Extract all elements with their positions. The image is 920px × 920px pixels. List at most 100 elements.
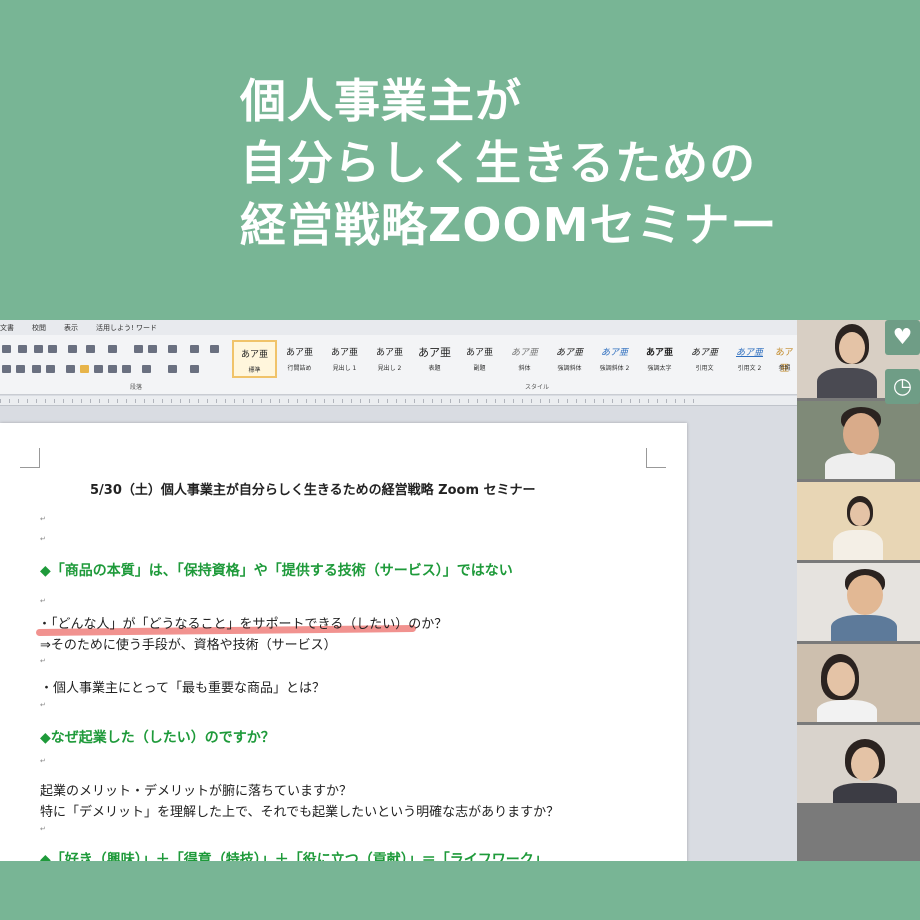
style-glyph: あア亜 — [735, 348, 763, 358]
bottom-band — [0, 861, 920, 920]
style-strong[interactable]: あア亜 強調太字 — [637, 340, 682, 378]
participant-body — [831, 615, 897, 641]
banner-title-line-3: 経営戦略ZOOMセミナー — [240, 198, 778, 252]
borders-icon[interactable] — [190, 365, 199, 373]
participant-tile-5[interactable] — [797, 644, 920, 722]
paragraph-mark: ↵ — [40, 535, 46, 543]
enclose-char-icon[interactable] — [46, 365, 55, 373]
horizontal-ruler[interactable] — [0, 396, 797, 406]
sort-icon[interactable] — [190, 345, 199, 353]
style-no-spacing[interactable]: あア亜 行間詰め — [277, 340, 322, 378]
style-quote[interactable]: あア亜 引用文 — [682, 340, 727, 378]
highlight-icon[interactable] — [2, 365, 11, 373]
style-glyph: あア亜 — [600, 348, 628, 358]
banner-title-line-2: 自分らしく生きるための — [240, 136, 757, 190]
asian-layout-icon[interactable] — [168, 345, 177, 353]
participant-tile-2[interactable] — [797, 401, 920, 479]
screen-capture: 文書 校閲 表示 活用しよう! ワード 段落 スタイル あア亜 標準 あア亜 行… — [0, 320, 920, 861]
bullet-list-icon[interactable] — [2, 345, 11, 353]
style-name: 行間詰め — [287, 365, 312, 372]
style-name: 表題 — [428, 365, 441, 372]
ribbon-tabs: 文書 校閲 表示 活用しよう! ワード — [0, 320, 797, 335]
distribute-icon[interactable] — [122, 365, 131, 373]
style-intense-emphasis-2[interactable]: あア亜 強調斜体 2 — [592, 340, 637, 378]
margin-corner-right — [646, 448, 666, 468]
style-group-label: スタイル — [525, 384, 550, 391]
tab-review[interactable]: 校閲 — [32, 323, 46, 333]
section-heading-2: ◆なぜ起業した（したい）のですか？ — [40, 730, 275, 746]
style-emphasis[interactable]: あア亜 斜体 — [502, 340, 547, 378]
heart-button[interactable]: ♥ — [885, 320, 920, 355]
align-right-icon[interactable] — [94, 365, 103, 373]
show-marks-icon[interactable] — [210, 345, 219, 353]
font-color-a-icon[interactable] — [16, 365, 25, 373]
list-icon[interactable] — [68, 345, 77, 353]
tab-addin[interactable]: 活用しよう! ワード — [96, 323, 157, 333]
banner-title-line-1: 個人事業主が — [240, 74, 522, 128]
justify-icon[interactable] — [108, 365, 117, 373]
style-name: 強調斜体 — [557, 365, 582, 372]
style-name: 強調斜体 2 — [599, 365, 630, 372]
participant-face — [843, 413, 879, 455]
point-1: ・「どんな人」が「どうなること」をサポートできる（したい）のか？ — [38, 617, 448, 632]
decrease-indent-icon[interactable] — [134, 345, 143, 353]
section-heading-3: ◆「好き（興味）」＋「得意（特技）」＋「役に立つ（貢献）」＝「ライフワーク」 — [40, 852, 548, 861]
paragraph-mark: ↵ — [40, 701, 46, 709]
paragraph-mark: ↵ — [40, 657, 46, 665]
participant-face — [847, 575, 883, 615]
participant-body — [833, 783, 897, 803]
line-spacing-icon[interactable] — [142, 365, 151, 373]
numbered-list-icon[interactable] — [18, 345, 27, 353]
char-border-icon[interactable] — [32, 365, 41, 373]
style-name: 見出し 1 — [332, 365, 357, 372]
tab-view[interactable]: 表示 — [64, 323, 78, 333]
multilevel-list-icon[interactable] — [86, 345, 95, 353]
participant-body — [817, 700, 877, 722]
participant-tile-6[interactable] — [797, 725, 920, 803]
text-effect-icon[interactable] — [48, 345, 57, 353]
style-intense-emphasis[interactable]: あア亜 強調斜体 — [547, 340, 592, 378]
document-title: 5/30（土）個人事業主が自分らしく生きるための経営戦略 Zoom セミナー — [90, 483, 536, 498]
participant-face — [850, 502, 870, 526]
point-2: ⇒そのために使う手段が、資格や技術（サービス） — [40, 638, 337, 653]
participant-tile-4[interactable] — [797, 563, 920, 641]
tab-document[interactable]: 文書 — [0, 323, 14, 333]
participant-body — [825, 453, 895, 479]
style-glyph: あア亜 — [330, 348, 358, 358]
style-reference[interactable]: あア亜 参照 — [772, 340, 797, 378]
section-heading-1: ◆「商品の本質」は、「保持資格」や「提供する技術（サービス）」ではない — [40, 563, 513, 579]
paragraph-mark: ↵ — [40, 757, 46, 765]
banner-title: 個人事業主が 自分らしく生きるための 経営戦略ZOOMセミナー — [240, 70, 910, 256]
document-page[interactable]: 5/30（土）個人事業主が自分らしく生きるための経営戦略 Zoom セミナー ↵… — [0, 423, 687, 861]
paragraph-mark: ↵ — [40, 515, 46, 523]
align-center-icon[interactable] — [80, 365, 89, 373]
style-name: 見出し 2 — [377, 365, 402, 372]
paragraph-mark: ↵ — [40, 597, 46, 605]
heart-icon: ♥ — [892, 325, 913, 350]
style-name: 参照 — [778, 365, 791, 372]
ruler-ticks — [0, 399, 700, 403]
style-title[interactable]: あア亜 表題 — [412, 340, 457, 378]
point-5: 特に「デメリット」を理解した上で、それでも起業したいという明確な志がありますか？ — [40, 805, 560, 820]
clock-button[interactable]: ◷ — [885, 369, 920, 404]
style-glyph: あア亜 — [510, 348, 538, 358]
style-glyph: あア亜 — [418, 346, 451, 359]
align-left-icon[interactable] — [66, 365, 75, 373]
style-name: 斜体 — [518, 365, 531, 372]
paragraph-mark: ↵ — [40, 825, 46, 833]
style-intense-quote[interactable]: あア亜 引用文 2 — [727, 340, 772, 378]
style-normal[interactable]: あア亜 標準 — [232, 340, 277, 378]
style-name: 強調太字 — [647, 365, 672, 372]
font-color-icon[interactable] — [34, 345, 43, 353]
style-heading-1[interactable]: あア亜 見出し 1 — [322, 340, 367, 378]
style-glyph: あア亜 — [775, 348, 794, 374]
paragraph-tools — [0, 341, 225, 381]
increase-indent-icon[interactable] — [148, 345, 157, 353]
style-subtitle[interactable]: あア亜 副題 — [457, 340, 502, 378]
participant-tile-3[interactable] — [797, 482, 920, 560]
participant-face — [839, 332, 865, 364]
margin-corner-left — [20, 448, 40, 468]
outline-icon[interactable] — [108, 345, 117, 353]
shading-icon[interactable] — [168, 365, 177, 373]
style-heading-2[interactable]: あア亜 見出し 2 — [367, 340, 412, 378]
